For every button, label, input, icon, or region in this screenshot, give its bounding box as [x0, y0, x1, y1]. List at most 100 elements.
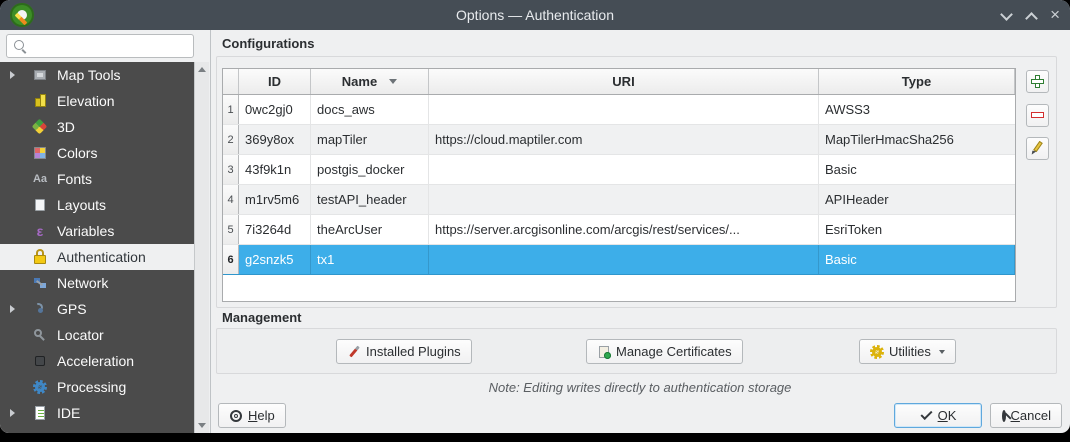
help-button[interactable]: Help	[218, 403, 286, 428]
search-input[interactable]	[31, 37, 190, 57]
wrench-icon	[347, 345, 361, 359]
utilities-button[interactable]: Utilities	[859, 339, 956, 364]
add-configuration-button[interactable]	[1026, 70, 1049, 93]
expand-arrow-icon[interactable]	[10, 305, 15, 313]
cell-type: APIHeader	[825, 192, 889, 207]
help-rest: elp	[257, 408, 275, 423]
sidebar-item-fonts[interactable]: Aa Fonts	[0, 166, 194, 192]
layouts-icon	[32, 197, 48, 213]
column-header-type[interactable]: Type	[819, 69, 1015, 94]
help-accel: H	[248, 408, 258, 423]
utilities-label: Utilities	[889, 344, 931, 359]
cell-id: 43f9k1n	[239, 155, 311, 184]
row-number: 6	[223, 245, 239, 274]
title-bar[interactable]: Options — Authentication ×	[0, 0, 1070, 30]
cell-type: AWSS3	[825, 102, 871, 117]
configurations-table[interactable]: ID Name URI Type 1 0wc2gj0 docs_aws AWSS…	[222, 68, 1016, 302]
cancel-button[interactable]: Cancel	[990, 403, 1062, 428]
sidebar-item-gps[interactable]: GPS	[0, 296, 194, 322]
remove-configuration-button[interactable]	[1026, 104, 1049, 127]
sidebar-item-label: Layouts	[57, 197, 107, 213]
sidebar-item-acceleration[interactable]: Acceleration	[0, 348, 194, 374]
manage-certificates-button[interactable]: Manage Certificates	[586, 339, 743, 364]
cell-name: postgis_docker	[311, 155, 429, 184]
variables-icon: ε	[36, 223, 44, 239]
sidebar-item-layouts[interactable]: Layouts	[0, 192, 194, 218]
cell-id: 7i3264d	[239, 215, 311, 244]
sidebar-item-label: Acceleration	[57, 353, 135, 369]
installed-plugins-button[interactable]: Installed Plugins	[336, 339, 472, 364]
sidebar-item-elevation[interactable]: Elevation	[0, 88, 194, 114]
installed-plugins-label: Installed Plugins	[366, 344, 461, 359]
cell-id: 0wc2gj0	[239, 95, 311, 124]
screen: Options — Authentication × Map Tools Ele…	[0, 0, 1070, 442]
settings-nav-list: Map Tools Elevation 3D Colors Aa Fonts La…	[0, 62, 194, 433]
sidebar-item-label: Fonts	[57, 171, 93, 187]
table-row[interactable]: 5 7i3264d theArcUser https://server.arcg…	[223, 215, 1015, 245]
cell-type: Basic	[819, 245, 1015, 274]
certificate-icon	[597, 345, 611, 359]
manage-certificates-label: Manage Certificates	[616, 344, 732, 359]
expand-arrow-icon[interactable]	[10, 71, 15, 79]
cell-name: theArcUser	[311, 215, 429, 244]
remove-icon	[1031, 112, 1044, 119]
sidebar-item-label: IDE	[57, 405, 81, 421]
table-row-selected[interactable]: 6 g2snzk5 tx1 Basic	[223, 245, 1015, 275]
help-icon	[229, 409, 243, 423]
maximize-chevron-icon[interactable]	[1025, 9, 1037, 21]
scroll-down-icon[interactable]	[198, 423, 206, 428]
column-header-id[interactable]: ID	[239, 69, 311, 94]
sidebar-item-variables[interactable]: ε Variables	[0, 218, 194, 244]
cancel-accel: C	[1010, 408, 1020, 423]
column-header-uri[interactable]: URI	[429, 69, 819, 94]
sidebar-scrollbar[interactable]	[194, 62, 209, 433]
window-controls: ×	[1000, 0, 1060, 30]
search-icon	[14, 40, 27, 53]
table-header-row: ID Name URI Type	[223, 69, 1015, 95]
acceleration-icon	[32, 353, 48, 369]
cell-id: m1rv5m6	[239, 185, 311, 214]
sidebar-item-label: Authentication	[57, 249, 146, 265]
cell-name: tx1	[311, 245, 429, 274]
sidebar-search-box[interactable]	[6, 34, 194, 58]
sidebar-item-map-tools[interactable]: Map Tools	[0, 62, 194, 88]
sidebar-item-network[interactable]: Network	[0, 270, 194, 296]
sidebar-item-ide[interactable]: IDE	[0, 400, 194, 426]
cell-uri	[429, 155, 819, 184]
expand-arrow-icon[interactable]	[10, 409, 15, 417]
table-row[interactable]: 3 43f9k1n postgis_docker Basic	[223, 155, 1015, 185]
processing-gear-icon	[32, 379, 48, 395]
cell-uri: https://cloud.maptiler.com	[429, 125, 819, 154]
ok-label: OK	[938, 408, 957, 423]
scroll-up-icon[interactable]	[198, 67, 206, 72]
sidebar-item-3d[interactable]: 3D	[0, 114, 194, 140]
ok-accel: O	[937, 408, 948, 423]
sidebar-item-label: Locator	[57, 327, 104, 343]
table-row[interactable]: 1 0wc2gj0 docs_aws AWSS3	[223, 95, 1015, 125]
sidebar-item-label: 3D	[57, 119, 75, 135]
utilities-gear-icon	[870, 344, 884, 359]
cell-type: EsriToken	[825, 222, 883, 237]
sidebar-item-label: Map Tools	[57, 67, 121, 83]
column-header-name[interactable]: Name	[311, 69, 429, 94]
sidebar: Map Tools Elevation 3D Colors Aa Fonts La…	[0, 30, 211, 433]
sidebar-item-label: Variables	[57, 223, 115, 239]
minimize-chevron-icon[interactable]	[1000, 9, 1012, 21]
sidebar-item-colors[interactable]: Colors	[0, 140, 194, 166]
close-icon[interactable]: ×	[1050, 6, 1060, 23]
edit-configuration-button[interactable]	[1026, 137, 1049, 160]
add-icon	[1031, 75, 1044, 88]
window-title: Options — Authentication	[456, 7, 614, 23]
corner-header-cell	[223, 69, 239, 94]
row-number: 4	[223, 185, 239, 214]
sidebar-item-authentication[interactable]: Authentication	[0, 244, 194, 270]
cell-uri	[429, 95, 819, 124]
sidebar-item-processing[interactable]: Processing	[0, 374, 194, 400]
dropdown-arrow-icon	[938, 349, 945, 354]
cell-type: MapTilerHmacSha256	[825, 132, 954, 147]
table-row[interactable]: 4 m1rv5m6 testAPI_header APIHeader	[223, 185, 1015, 215]
table-row[interactable]: 2 369y8ox mapTiler https://cloud.maptile…	[223, 125, 1015, 155]
sidebar-item-label: Processing	[57, 379, 127, 395]
ok-button[interactable]: OK	[894, 403, 982, 428]
sidebar-item-locator[interactable]: Locator	[0, 322, 194, 348]
